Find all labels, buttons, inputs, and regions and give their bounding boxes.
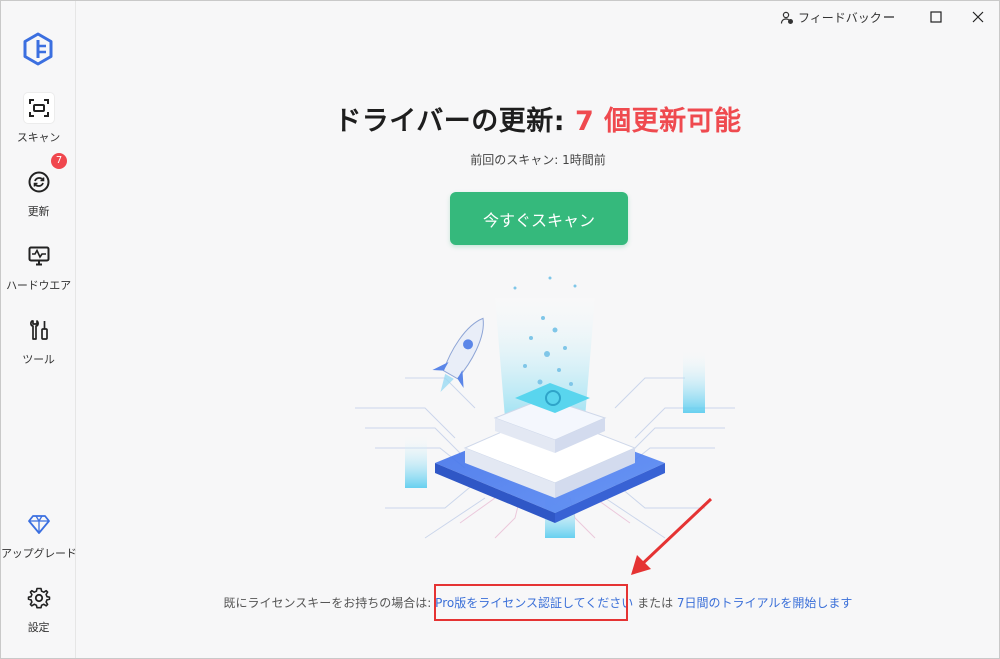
sidebar-item-label: スキャン: [16, 131, 61, 144]
title-bar: フィードバック: [77, 1, 999, 33]
main-panel: ドライバーの更新: 7 個更新可能 前回のスキャン: 1時間前 今すぐスキャン: [77, 33, 999, 658]
license-footer: 既にライセンスキーをお持ちの場合は: Pro版をライセンス認証してください また…: [77, 594, 999, 611]
sidebar-item-label: ツール: [22, 353, 55, 366]
sidebar-item-label: 更新: [27, 205, 50, 218]
scan-icon: [28, 99, 49, 117]
footer-or-text: または: [633, 596, 677, 610]
sidebar-item-scan[interactable]: スキャン: [1, 93, 76, 159]
page-title: ドライバーの更新: 7 個更新可能: [77, 99, 999, 138]
minimize-button[interactable]: [872, 5, 906, 29]
feedback-user-icon: [780, 11, 793, 24]
last-scan-status: 前回のスキャン: 1時間前: [470, 153, 606, 167]
footer-text: 既にライセンスキーをお持ちの場合は:: [223, 596, 436, 610]
headline-prefix: ドライバーの更新:: [334, 106, 575, 137]
sidebar-item-label: 設定: [27, 621, 50, 634]
maximize-button[interactable]: [919, 5, 953, 29]
minimize-icon: [884, 16, 894, 18]
hardware-monitor-icon: [28, 246, 49, 266]
close-icon: [972, 11, 984, 23]
sidebar-item-settings[interactable]: 設定: [1, 583, 76, 649]
sidebar-item-label: ハードウエア: [6, 279, 71, 292]
sidebar-item-hardware[interactable]: ハードウエア: [1, 241, 76, 307]
gear-icon: [27, 587, 50, 609]
update-count-badge: 7: [51, 153, 67, 169]
activate-pro-link[interactable]: Pro版をライセンス認証してください: [435, 596, 633, 610]
hardware-icon-wrap: [24, 241, 54, 271]
gear-icon-wrap: [24, 583, 54, 613]
sidebar-item-label: アップグレード: [1, 547, 77, 560]
tools-icon-wrap: [24, 315, 54, 345]
sidebar-item-update[interactable]: 7 更新: [1, 153, 76, 233]
refresh-icon: [28, 171, 49, 193]
scan-now-button[interactable]: 今すぐスキャン: [450, 192, 628, 245]
diamond-icon-wrap: [24, 509, 54, 539]
diamond-icon: [27, 515, 50, 534]
tools-icon: [29, 320, 48, 340]
close-button[interactable]: [961, 5, 995, 29]
sidebar-item-tools[interactable]: ツール: [1, 315, 76, 381]
chip-rocket-illustration: [355, 276, 735, 539]
app-logo-icon: [23, 32, 53, 66]
scan-icon-wrap: [23, 93, 54, 123]
sidebar: スキャン 7 更新 ハードウエア ツール アップグレード 設定: [1, 1, 77, 658]
sidebar-item-upgrade[interactable]: アップグレード: [1, 509, 77, 575]
app-window: スキャン 7 更新 ハードウエア ツール アップグレード 設定 フィードバック …: [0, 0, 1000, 659]
start-trial-link[interactable]: 7日間のトライアルを開始します: [677, 596, 853, 610]
maximize-icon: [930, 11, 942, 23]
update-count-headline: 7 個更新可能: [574, 106, 742, 137]
refresh-icon-wrap: [24, 167, 54, 197]
feedback-label: フィードバック: [798, 11, 882, 25]
feedback-button[interactable]: フィードバック: [780, 9, 882, 26]
